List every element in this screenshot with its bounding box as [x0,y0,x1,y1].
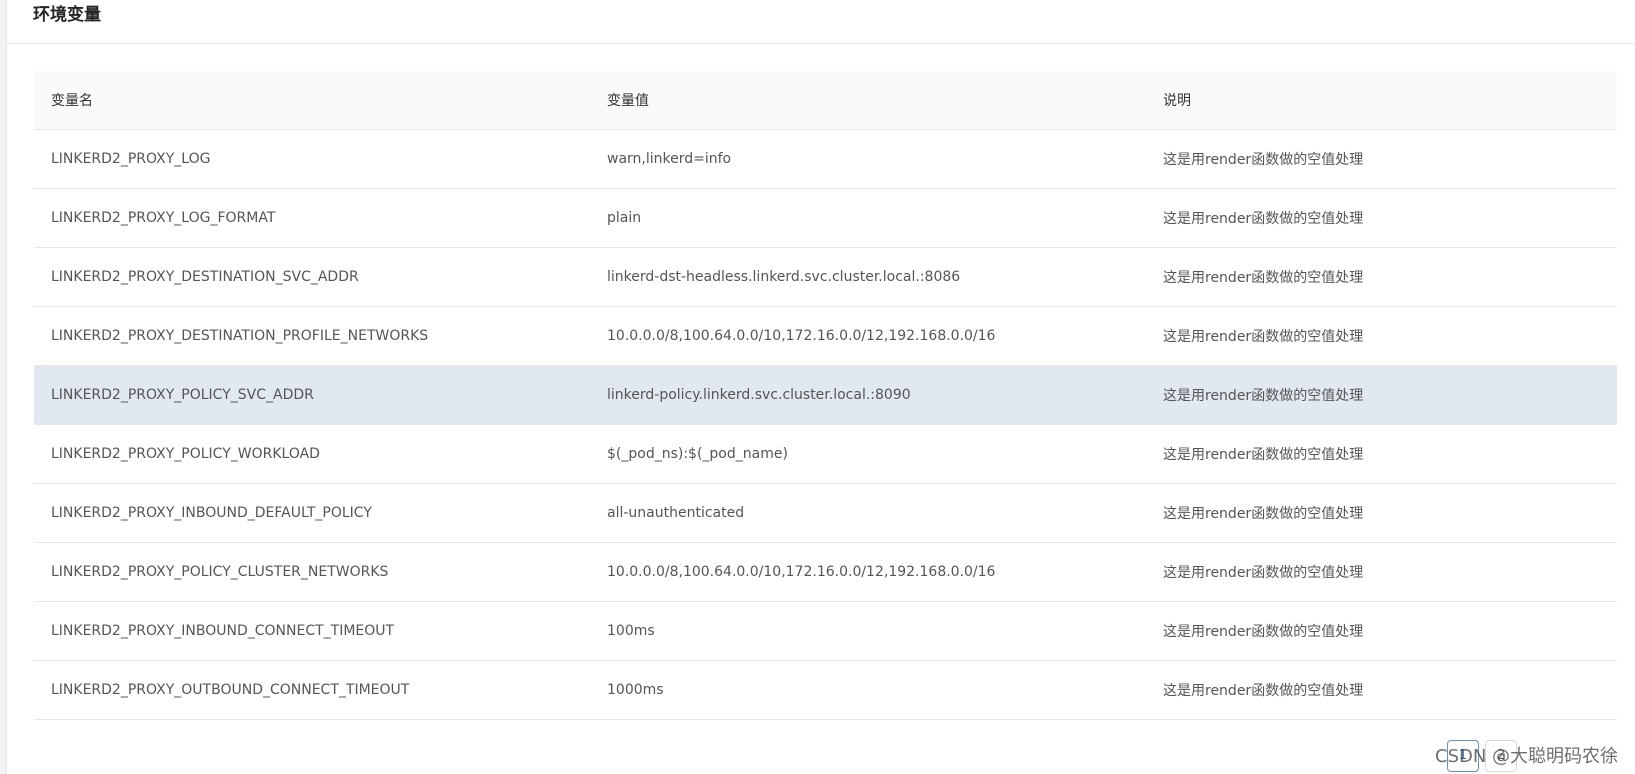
cell-description: 这是用render函数做的空值处理 [1146,365,1617,425]
cell-variable-value: all-unauthenticated [590,483,1146,543]
cell-description: 这是用render函数做的空值处理 [1146,129,1617,189]
cell-description: 这是用render函数做的空值处理 [1146,483,1617,543]
table-row[interactable]: LINKERD2_PROXY_POLICY_CLUSTER_NETWORKS 1… [34,542,1617,602]
table-row[interactable]: LINKERD2_PROXY_INBOUND_CONNECT_TIMEOUT 1… [34,601,1617,661]
cell-variable-name: LINKERD2_PROXY_OUTBOUND_CONNECT_TIMEOUT [34,660,590,720]
column-header-name: 变量名 [34,71,590,130]
cell-variable-name: LINKERD2_PROXY_INBOUND_CONNECT_TIMEOUT [34,601,590,661]
cell-description: 这是用render函数做的空值处理 [1146,424,1617,484]
cell-variable-value: 10.0.0.0/8,100.64.0.0/10,172.16.0.0/12,1… [590,542,1146,602]
table-header-row: 变量名 变量值 说明 [34,71,1617,130]
cell-description: 这是用render函数做的空值处理 [1146,188,1617,248]
cell-variable-name: LINKERD2_PROXY_LOG_FORMAT [34,188,590,248]
cell-variable-value: 10.0.0.0/8,100.64.0.0/10,172.16.0.0/12,1… [590,306,1146,366]
table-row[interactable]: LINKERD2_PROXY_DESTINATION_SVC_ADDR link… [34,247,1617,307]
env-table-wrapper: 变量名 变量值 说明 LINKERD2_PROXY_LOG warn,linke… [34,71,1617,720]
cell-variable-name: LINKERD2_PROXY_LOG [34,129,590,189]
cell-variable-name: LINKERD2_PROXY_INBOUND_DEFAULT_POLICY [34,483,590,543]
table-row[interactable]: LINKERD2_PROXY_INBOUND_DEFAULT_POLICY al… [34,483,1617,543]
csdn-watermark: CSDN @大聪明码农徐 [1435,746,1619,767]
table-row[interactable]: LINKERD2_PROXY_LOG_FORMAT plain 这是用rende… [34,188,1617,248]
cell-description: 这是用render函数做的空值处理 [1146,247,1617,307]
cell-variable-value: plain [590,188,1146,248]
cell-variable-value: 1000ms [590,660,1146,720]
cell-variable-name: LINKERD2_PROXY_POLICY_CLUSTER_NETWORKS [34,542,590,602]
table-row[interactable]: LINKERD2_PROXY_POLICY_WORKLOAD $(_pod_ns… [34,424,1617,484]
panel-title: 环境变量 [33,5,101,25]
cell-description: 这是用render函数做的空值处理 [1146,660,1617,720]
cell-variable-name: LINKERD2_PROXY_POLICY_WORKLOAD [34,424,590,484]
cell-variable-value: $(_pod_ns):$(_pod_name) [590,424,1146,484]
cell-description: 这是用render函数做的空值处理 [1146,542,1617,602]
cell-variable-name: LINKERD2_PROXY_DESTINATION_SVC_ADDR [34,247,590,307]
cell-variable-value: 100ms [590,601,1146,661]
cell-description: 这是用render函数做的空值处理 [1146,601,1617,661]
env-panel: 环境变量 变量名 变量值 说明 LINKERD2_PROXY_LOG warn,… [6,0,1635,774]
table-row[interactable]: LINKERD2_PROXY_OUTBOUND_CONNECT_TIMEOUT … [34,660,1617,720]
env-variable-table: 变量名 变量值 说明 LINKERD2_PROXY_LOG warn,linke… [34,71,1617,720]
cell-variable-name: LINKERD2_PROXY_DESTINATION_PROFILE_NETWO… [34,306,590,366]
panel-header: 环境变量 [7,0,1635,44]
cell-variable-value: warn,linkerd=info [590,129,1146,189]
column-header-value: 变量值 [590,71,1146,130]
cell-variable-value: linkerd-policy.linkerd.svc.cluster.local… [590,365,1146,425]
column-header-description: 说明 [1146,71,1617,130]
cell-variable-value: linkerd-dst-headless.linkerd.svc.cluster… [590,247,1146,307]
cell-description: 这是用render函数做的空值处理 [1146,306,1617,366]
table-row-hovered[interactable]: LINKERD2_PROXY_POLICY_SVC_ADDR linkerd-p… [34,365,1617,425]
table-row[interactable]: LINKERD2_PROXY_DESTINATION_PROFILE_NETWO… [34,306,1617,366]
cell-variable-name: LINKERD2_PROXY_POLICY_SVC_ADDR [34,365,590,425]
table-row[interactable]: LINKERD2_PROXY_LOG warn,linkerd=info 这是用… [34,129,1617,189]
